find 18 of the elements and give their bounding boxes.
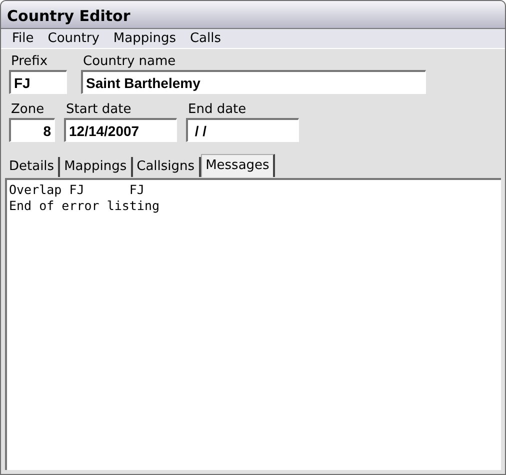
menu-item[interactable]: Country [40,31,106,46]
field-label: End date [187,102,248,118]
field-label: Country name [82,54,177,70]
start-date-field[interactable]: 12/14/2007 [64,118,177,142]
message-line: End of error listing [9,198,161,214]
menu-item[interactable]: File [5,31,41,46]
message-line: Overlap FJ FJ [9,182,146,198]
tab[interactable]: Messages [200,154,276,177]
prefix-field[interactable]: FJ [9,70,67,94]
country-name-field[interactable]: Saint Barthelemy [81,70,426,94]
zone-field[interactable]: 8 [9,118,55,142]
field-label: Zone [10,102,46,118]
menu-item[interactable]: Calls [182,31,228,46]
end-date-field[interactable]: / / [186,118,299,142]
field-label: Prefix [10,54,49,70]
menu-item[interactable]: Mappings [106,31,183,46]
window-title: Country Editor [1,1,505,29]
field-label: Start date [65,102,132,118]
